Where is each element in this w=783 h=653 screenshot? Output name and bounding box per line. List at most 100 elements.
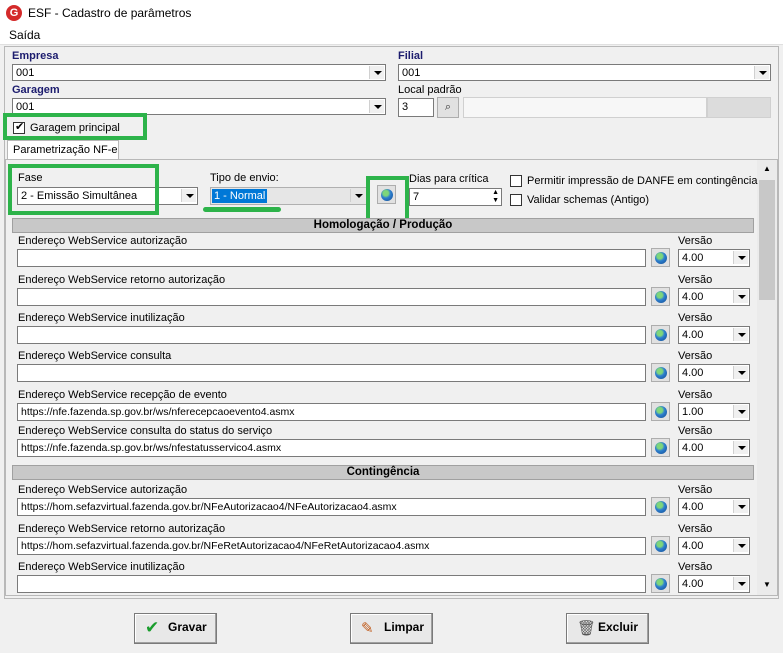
ws-row-label: Endereço WebService autorização bbox=[18, 484, 188, 496]
ws-url-input[interactable] bbox=[17, 288, 646, 306]
version-label: Versão bbox=[678, 523, 713, 535]
globe-button[interactable] bbox=[651, 363, 670, 382]
version-label: Versão bbox=[678, 350, 713, 362]
filial-label: Filial bbox=[398, 50, 424, 62]
tipo-envio-label: Tipo de envio: bbox=[210, 172, 279, 184]
version-value: 4.00 bbox=[682, 540, 704, 552]
globe-button[interactable] bbox=[651, 248, 670, 267]
chevron-down-icon[interactable] bbox=[733, 251, 748, 264]
highlight-box-globe bbox=[366, 176, 409, 222]
globe-button[interactable] bbox=[651, 438, 670, 457]
tab-parametrizacao-nfe[interactable]: Parametrização NF-e bbox=[7, 140, 119, 160]
local-padrao-description bbox=[463, 97, 707, 118]
version-value: 4.00 bbox=[682, 578, 704, 590]
dias-critica-spinner[interactable]: 7 ▲ ▼ bbox=[409, 188, 502, 206]
chevron-down-icon[interactable] bbox=[369, 100, 384, 113]
globe-button[interactable] bbox=[651, 287, 670, 306]
scrollbar-thumb[interactable] bbox=[759, 180, 775, 300]
vertical-scrollbar[interactable]: ▲ ▼ bbox=[757, 160, 777, 595]
version-value: 1.00 bbox=[682, 406, 704, 418]
ws-url-input[interactable] bbox=[17, 326, 646, 344]
empresa-select[interactable]: 001 bbox=[12, 64, 386, 81]
title-bar: G ESF - Cadastro de parâmetros bbox=[0, 0, 783, 25]
ws-url-input[interactable] bbox=[17, 575, 646, 593]
version-select[interactable]: 4.00 bbox=[678, 498, 750, 516]
version-select[interactable]: 4.00 bbox=[678, 326, 750, 344]
globe-button[interactable] bbox=[651, 574, 670, 593]
limpar-button[interactable]: ✎ Limpar bbox=[350, 613, 433, 644]
filial-select[interactable]: 001 bbox=[398, 64, 771, 81]
ws-url-input[interactable]: https://hom.sefazvirtual.fazenda.gov.br/… bbox=[17, 498, 646, 516]
globe-icon bbox=[655, 540, 667, 552]
local-padrao-extra bbox=[707, 97, 771, 118]
local-padrao-input[interactable]: 3 bbox=[398, 98, 434, 117]
ws-row-label: Endereço WebService inutilização bbox=[18, 312, 185, 324]
chevron-down-icon[interactable] bbox=[350, 189, 365, 202]
window-title: ESF - Cadastro de parâmetros bbox=[28, 6, 192, 20]
version-select[interactable]: 4.00 bbox=[678, 249, 750, 267]
version-select[interactable]: 4.00 bbox=[678, 575, 750, 593]
garagem-value: 001 bbox=[16, 101, 35, 113]
chevron-down-icon[interactable] bbox=[733, 290, 748, 303]
menu-item-saida[interactable]: Saída bbox=[9, 28, 40, 42]
chevron-down-icon[interactable] bbox=[733, 328, 748, 341]
empresa-value: 001 bbox=[16, 67, 35, 79]
chevron-down-icon[interactable] bbox=[733, 577, 748, 590]
version-value: 4.00 bbox=[682, 329, 704, 341]
version-select[interactable]: 4.00 bbox=[678, 288, 750, 306]
version-value: 4.00 bbox=[682, 442, 704, 454]
globe-button[interactable] bbox=[651, 325, 670, 344]
ws-url-value: https://hom.sefazvirtual.fazenda.gov.br/… bbox=[21, 501, 397, 513]
chevron-down-icon[interactable] bbox=[754, 66, 769, 79]
excluir-button[interactable]: 🗑 Excluir bbox=[566, 613, 649, 644]
chevron-down-icon[interactable] bbox=[733, 405, 748, 418]
tipo-envio-select[interactable]: 1 - Normal bbox=[210, 187, 367, 205]
ws-row-label: Endereço WebService consulta do status d… bbox=[18, 425, 273, 437]
app-logo-icon: G bbox=[6, 5, 22, 21]
ws-url-input[interactable] bbox=[17, 364, 646, 382]
version-select[interactable]: 4.00 bbox=[678, 439, 750, 457]
version-label: Versão bbox=[678, 235, 713, 247]
ws-url-input[interactable]: https://hom.sefazvirtual.fazenda.gov.br/… bbox=[17, 537, 646, 555]
empresa-label: Empresa bbox=[12, 50, 59, 62]
globe-button[interactable] bbox=[651, 402, 670, 421]
tipo-envio-value: 1 - Normal bbox=[212, 189, 268, 203]
chevron-down-icon[interactable] bbox=[733, 366, 748, 379]
globe-icon bbox=[655, 329, 667, 341]
globe-icon bbox=[655, 501, 667, 513]
ws-row-label: Endereço WebService retorno autorização bbox=[18, 274, 226, 286]
chevron-down-icon[interactable] bbox=[181, 189, 196, 202]
gravar-button[interactable]: ✔ Gravar bbox=[134, 613, 217, 644]
ws-row-label: Endereço WebService inutilização bbox=[18, 561, 185, 573]
version-label: Versão bbox=[678, 389, 713, 401]
validar-schemas-checkbox[interactable] bbox=[510, 194, 522, 206]
chevron-down-icon[interactable] bbox=[733, 539, 748, 552]
version-label: Versão bbox=[678, 312, 713, 324]
ws-url-input[interactable]: https://nfe.fazenda.sp.gov.br/ws/nfestat… bbox=[17, 439, 646, 457]
globe-button[interactable] bbox=[651, 536, 670, 555]
dias-critica-label: Dias para crítica bbox=[409, 173, 489, 185]
globe-icon bbox=[655, 442, 667, 454]
ws-url-input[interactable] bbox=[17, 249, 646, 267]
permitir-danfe-checkbox[interactable] bbox=[510, 175, 522, 187]
binoculars-search-button[interactable]: ⌕ bbox=[437, 97, 459, 118]
globe-icon bbox=[655, 406, 667, 418]
spinner-arrows-icon[interactable]: ▲ ▼ bbox=[492, 189, 499, 205]
ws-row-label: Endereço WebService autorização bbox=[18, 235, 188, 247]
dias-critica-value: 7 bbox=[413, 191, 420, 203]
version-select[interactable]: 1.00 bbox=[678, 403, 750, 421]
scroll-up-icon[interactable]: ▲ bbox=[763, 164, 771, 173]
validar-schemas-label: Validar schemas (Antigo) bbox=[527, 194, 650, 206]
chevron-down-icon[interactable] bbox=[733, 441, 748, 454]
menu-bar: Saída bbox=[0, 25, 783, 45]
version-select[interactable]: 4.00 bbox=[678, 537, 750, 555]
chevron-down-icon[interactable] bbox=[369, 66, 384, 79]
ws-url-input[interactable]: https://nfe.fazenda.sp.gov.br/ws/nferece… bbox=[17, 403, 646, 421]
chevron-down-icon[interactable] bbox=[733, 500, 748, 513]
globe-icon bbox=[655, 291, 667, 303]
excluir-label: Excluir bbox=[598, 620, 639, 634]
version-select[interactable]: 4.00 bbox=[678, 364, 750, 382]
scroll-down-icon[interactable]: ▼ bbox=[763, 580, 771, 589]
gravar-label: Gravar bbox=[168, 620, 207, 634]
globe-button[interactable] bbox=[651, 497, 670, 516]
